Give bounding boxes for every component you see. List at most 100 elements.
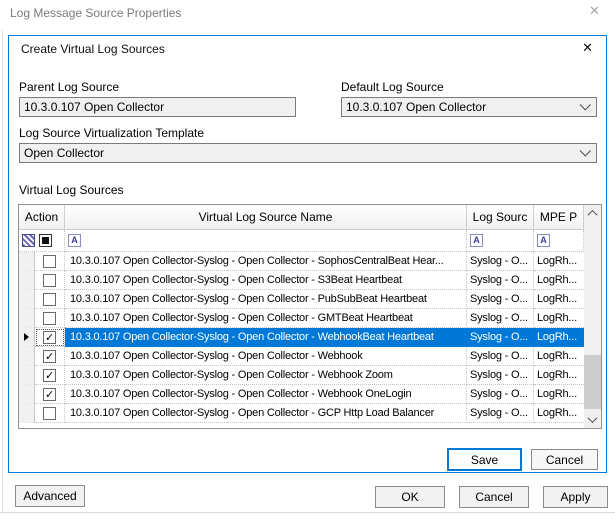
row-mpe-cell[interactable]: LogRh... <box>534 347 584 366</box>
apply-button[interactable]: Apply <box>543 486 608 508</box>
window-close-icon[interactable]: ✕ <box>589 3 600 19</box>
table-row[interactable]: ✓ 10.3.0.107 Open Collector-Syslog - Ope… <box>19 385 601 404</box>
row-selector[interactable] <box>19 309 35 328</box>
row-log-source-cell[interactable]: Syslog - O... <box>467 309 534 328</box>
table-row[interactable]: 10.3.0.107 Open Collector-Syslog - Open … <box>19 271 601 290</box>
row-log-source-cell[interactable]: Syslog - O... <box>467 252 534 271</box>
row-name-cell[interactable]: 10.3.0.107 Open Collector-Syslog - Open … <box>65 309 467 328</box>
filter-icon[interactable]: A <box>470 234 483 247</box>
row-log-source-cell[interactable]: Syslog - O... <box>467 290 534 309</box>
row-checkbox[interactable] <box>43 407 56 420</box>
row-mpe-cell[interactable]: LogRh... <box>534 271 584 290</box>
row-selector[interactable] <box>19 252 35 271</box>
save-button[interactable]: Save <box>447 448 522 471</box>
advanced-button[interactable]: Advanced <box>15 485 85 507</box>
row-name-cell[interactable]: 10.3.0.107 Open Collector-Syslog - Open … <box>65 366 467 385</box>
scroll-up-icon[interactable] <box>584 205 601 222</box>
row-name-cell[interactable]: 10.3.0.107 Open Collector-Syslog - Open … <box>65 290 467 309</box>
row-checkbox-cell[interactable] <box>35 271 65 290</box>
row-checkbox-cell[interactable]: ✓ <box>35 347 65 366</box>
scrollbar-thumb[interactable] <box>584 355 601 409</box>
row-mpe-cell[interactable]: LogRh... <box>534 385 584 404</box>
row-checkbox-cell[interactable]: ✓ <box>35 328 65 347</box>
virtual-log-sources-grid: Action Virtual Log Source Name Log Sourc… <box>18 204 602 429</box>
row-log-source-cell[interactable]: Syslog - O... <box>467 271 534 290</box>
dialog-cancel-button[interactable]: Cancel <box>531 449 598 470</box>
column-header-name[interactable]: Virtual Log Source Name <box>65 205 467 230</box>
chevron-down-icon <box>580 145 591 156</box>
template-value: Open Collector <box>24 146 104 160</box>
grid-header: Action Virtual Log Source Name Log Sourc… <box>19 205 601 230</box>
row-checkbox[interactable] <box>43 255 56 268</box>
row-checkbox-cell[interactable] <box>35 290 65 309</box>
scroll-down-icon[interactable] <box>584 411 601 428</box>
row-selector[interactable] <box>19 271 35 290</box>
row-checkbox-cell[interactable]: ✓ <box>35 366 65 385</box>
table-row[interactable]: ✓ 10.3.0.107 Open Collector-Syslog - Ope… <box>19 366 601 385</box>
row-name-cell[interactable]: 10.3.0.107 Open Collector-Syslog - Open … <box>65 252 467 271</box>
row-checkbox[interactable]: ✓ <box>43 350 56 363</box>
chevron-down-icon <box>580 99 591 110</box>
parent-log-source-field: 10.3.0.107 Open Collector <box>19 97 296 117</box>
row-log-source-cell[interactable]: Syslog - O... <box>467 366 534 385</box>
row-checkbox-cell[interactable] <box>35 309 65 328</box>
column-header-log-source[interactable]: Log Sourc <box>467 205 534 230</box>
row-checkbox-cell[interactable]: ✓ <box>35 385 65 404</box>
row-selector[interactable] <box>19 328 35 347</box>
column-header-mpe[interactable]: MPE P <box>534 205 584 230</box>
row-name-cell[interactable]: 10.3.0.107 Open Collector-Syslog - Open … <box>65 385 467 404</box>
row-selector[interactable] <box>19 385 35 404</box>
row-mpe-cell[interactable]: LogRh... <box>534 252 584 271</box>
row-name-cell[interactable]: 10.3.0.107 Open Collector-Syslog - Open … <box>65 271 467 290</box>
grid-filter-row: A A A <box>19 230 601 252</box>
row-checkbox[interactable] <box>43 312 56 325</box>
row-mpe-cell[interactable]: LogRh... <box>534 328 584 347</box>
table-row[interactable]: 10.3.0.107 Open Collector-Syslog - Open … <box>19 309 601 328</box>
vertical-scrollbar[interactable] <box>584 205 601 428</box>
grid-body: 10.3.0.107 Open Collector-Syslog - Open … <box>19 252 601 423</box>
row-selector[interactable] <box>19 366 35 385</box>
row-checkbox-cell[interactable] <box>35 252 65 271</box>
row-selector[interactable] <box>19 347 35 366</box>
table-row[interactable]: 10.3.0.107 Open Collector-Syslog - Open … <box>19 290 601 309</box>
row-checkbox[interactable]: ✓ <box>43 331 56 344</box>
row-checkbox-cell[interactable] <box>35 404 65 423</box>
row-checkbox[interactable]: ✓ <box>43 388 56 401</box>
row-log-source-cell[interactable]: Syslog - O... <box>467 347 534 366</box>
row-selector[interactable] <box>19 404 35 423</box>
row-mpe-cell[interactable]: LogRh... <box>534 290 584 309</box>
row-mpe-cell[interactable]: LogRh... <box>534 366 584 385</box>
window-title: Log Message Source Properties <box>10 6 181 20</box>
default-log-source-select[interactable]: 10.3.0.107 Open Collector <box>341 97 597 117</box>
dialog-close-icon[interactable]: ✕ <box>582 40 593 56</box>
parent-log-source-label: Parent Log Source <box>19 80 119 94</box>
template-label: Log Source Virtualization Template <box>19 126 204 140</box>
row-log-source-cell[interactable]: Syslog - O... <box>467 328 534 347</box>
row-name-cell[interactable]: 10.3.0.107 Open Collector-Syslog - Open … <box>65 328 467 347</box>
uncheck-all-checkbox-icon[interactable] <box>39 234 52 247</box>
row-name-cell[interactable]: 10.3.0.107 Open Collector-Syslog - Open … <box>65 404 467 423</box>
row-selector[interactable] <box>19 290 35 309</box>
row-mpe-cell[interactable]: LogRh... <box>534 309 584 328</box>
column-header-action[interactable]: Action <box>19 205 65 230</box>
filter-icon[interactable]: A <box>68 234 81 247</box>
cancel-button[interactable]: Cancel <box>459 486 529 508</box>
filter-icon[interactable]: A <box>537 234 550 247</box>
virtual-log-sources-label: Virtual Log Sources <box>19 183 124 197</box>
table-row[interactable]: ✓ 10.3.0.107 Open Collector-Syslog - Ope… <box>19 347 601 366</box>
filter-cell-action <box>19 230 65 252</box>
table-row[interactable]: 10.3.0.107 Open Collector-Syslog - Open … <box>19 404 601 423</box>
row-name-cell[interactable]: 10.3.0.107 Open Collector-Syslog - Open … <box>65 347 467 366</box>
row-mpe-cell[interactable]: LogRh... <box>534 404 584 423</box>
row-checkbox[interactable] <box>43 293 56 306</box>
filter-cell-log-source: A <box>467 230 534 252</box>
template-select[interactable]: Open Collector <box>19 143 597 163</box>
check-all-checkbox-icon[interactable] <box>22 234 35 247</box>
ok-button[interactable]: OK <box>375 486 445 508</box>
row-checkbox[interactable]: ✓ <box>43 369 56 382</box>
table-row[interactable]: ✓ 10.3.0.107 Open Collector-Syslog - Ope… <box>19 328 601 347</box>
row-checkbox[interactable] <box>43 274 56 287</box>
table-row[interactable]: 10.3.0.107 Open Collector-Syslog - Open … <box>19 252 601 271</box>
row-log-source-cell[interactable]: Syslog - O... <box>467 404 534 423</box>
row-log-source-cell[interactable]: Syslog - O... <box>467 385 534 404</box>
